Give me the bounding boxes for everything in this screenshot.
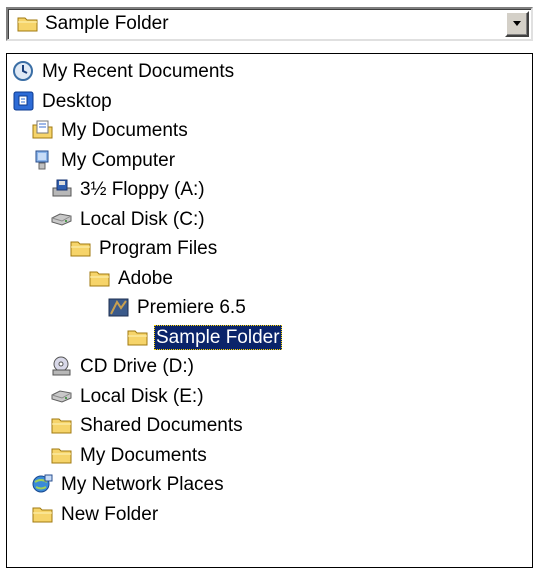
tree-item-label: My Recent Documents [42, 61, 235, 82]
tree-item-label: Program Files [99, 238, 218, 259]
tree-item-label: Local Disk (E:) [80, 385, 204, 407]
hard-disk-icon [50, 385, 73, 407]
chevron-down-icon [513, 21, 521, 26]
tree-item-label: 3½ Floppy (A:) [80, 179, 205, 200]
tree-item-label: Desktop [42, 90, 112, 112]
tree-item-label: Shared Documents [80, 415, 243, 436]
folder-icon [88, 267, 111, 289]
tree-item-label: My Documents [61, 120, 188, 141]
cd-drive-icon [50, 355, 73, 377]
folder-icon [50, 444, 73, 466]
tree-item-label: Premiere 6.5 [137, 297, 246, 318]
my-documents-icon [31, 119, 54, 141]
my-computer-icon [31, 149, 54, 171]
tree-item-label: My Network Places [61, 474, 224, 495]
folder-icon [31, 503, 54, 525]
folder-icon [126, 326, 149, 348]
network-places-icon [31, 473, 54, 495]
tree-item-label: My Computer [61, 149, 176, 171]
recent-documents-icon [12, 60, 35, 82]
tree-item-label: My Documents [80, 444, 207, 466]
tree-item-label: Local Disk (C:) [80, 208, 205, 230]
folder-icon [50, 414, 73, 436]
floppy-drive-icon [50, 178, 73, 200]
look-in-combobox[interactable]: Sample Folder [6, 7, 533, 41]
combo-selected-label: Sample Folder [45, 13, 169, 34]
desktop-icon [12, 90, 35, 112]
folder-icon [17, 14, 39, 34]
premiere-app-icon [107, 296, 130, 318]
hard-disk-icon [50, 208, 73, 230]
folder-icon [69, 237, 92, 259]
tree-item-label: Adobe [118, 267, 173, 289]
dropdown-button[interactable] [505, 11, 529, 37]
tree-item-label: Sample Folder [154, 324, 282, 350]
folder-tree-list[interactable]: My Recent Documents Desktop My Documents My… [6, 53, 533, 568]
tree-item-label: New Folder [61, 503, 159, 525]
tree-item-label: CD Drive (D:) [80, 356, 194, 377]
